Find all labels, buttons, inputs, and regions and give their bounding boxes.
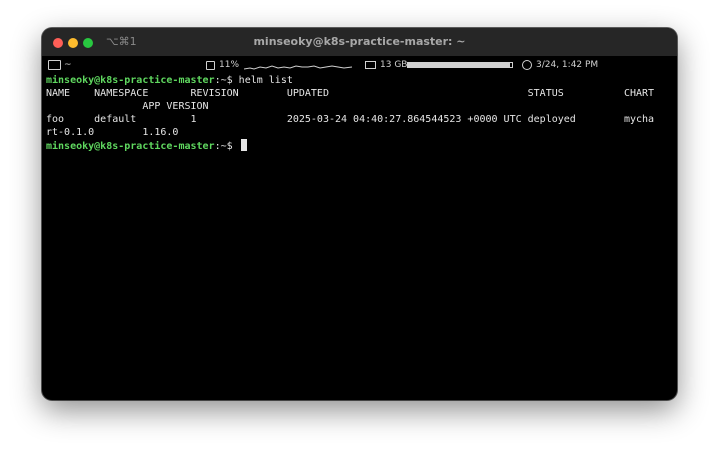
- command-text: helm list: [238, 75, 293, 86]
- output-line: foo default 1 2025-03-24 04:40:27.864544…: [46, 114, 655, 125]
- title-bar[interactable]: ⌥⌘1 minseoky@k8s-practice-master: ~: [42, 28, 677, 56]
- prompt-user: minseoky@k8s-practice-master: [46, 141, 215, 152]
- cwd-status: ~: [48, 60, 72, 70]
- cpu-sparkline: [244, 65, 353, 70]
- command-line: minseoky@k8s-practice-master:~$ helm lis…: [46, 74, 677, 87]
- terminal-output[interactable]: minseoky@k8s-practice-master:~$ helm lis…: [46, 74, 677, 152]
- folder-icon: [48, 60, 61, 70]
- status-bar: ~ 11% 13 GB 3/24, 1:42 PM: [42, 56, 677, 76]
- cpu-status: 11%: [206, 60, 239, 70]
- clock-icon: [522, 60, 532, 70]
- prompt-suffix: :~$: [214, 75, 239, 86]
- prompt-suffix: :~$: [214, 141, 239, 152]
- output-line: NAME NAMESPACE REVISION UPDATED STATUS C…: [46, 88, 655, 99]
- memory-text: 13 GB: [380, 60, 408, 70]
- output-line: rt-0.1.0 1.16.0: [46, 127, 179, 138]
- output-line: APP VERSION: [46, 101, 209, 112]
- terminal-window: ⌥⌘1 minseoky@k8s-practice-master: ~ ~ 11…: [42, 28, 677, 400]
- cpu-text: 11%: [219, 60, 240, 70]
- cwd-text: ~: [64, 60, 72, 70]
- memory-status: 13 GB: [365, 60, 407, 70]
- prompt-line[interactable]: minseoky@k8s-practice-master:~$: [46, 139, 677, 152]
- prompt-user: minseoky@k8s-practice-master: [46, 75, 215, 86]
- cpu-icon: [206, 60, 215, 70]
- memory-bar-fill: [408, 63, 510, 67]
- text-cursor: [240, 139, 247, 151]
- datetime-text: 3/24, 1:42 PM: [536, 60, 599, 70]
- window-title: minseoky@k8s-practice-master: ~: [253, 35, 466, 48]
- datetime-status: 3/24, 1:42 PM: [522, 60, 598, 70]
- memory-icon: [365, 61, 376, 69]
- memory-bar: [407, 62, 513, 68]
